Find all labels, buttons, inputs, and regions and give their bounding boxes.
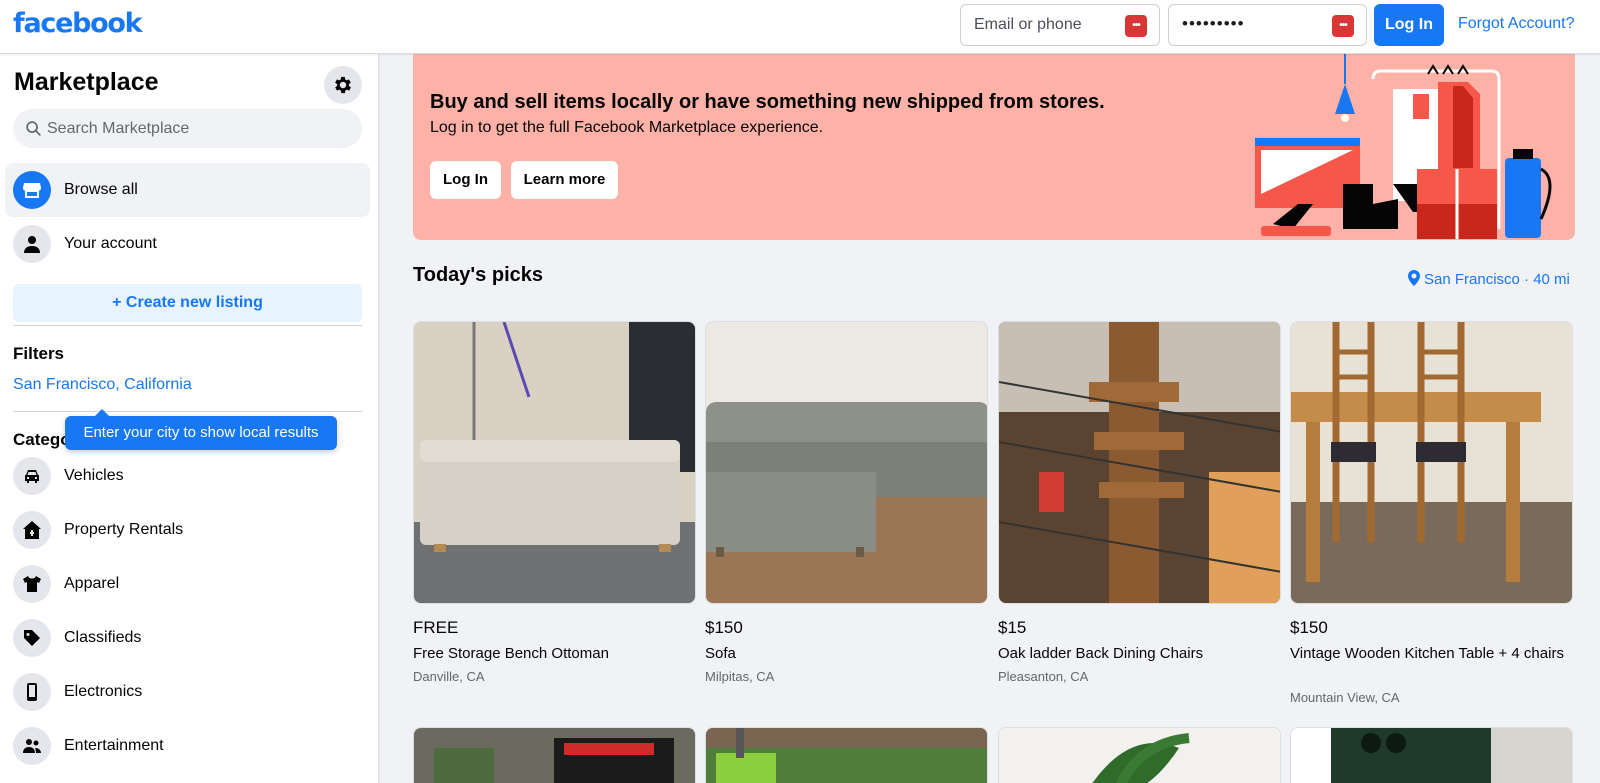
sidebar-item-classifieds[interactable]: Classifieds — [5, 611, 370, 665]
search-icon — [26, 121, 41, 136]
listing-location: Milpitas, CA — [705, 669, 775, 684]
top-bar: facebook Email or phone ••• ••••••••• ••… — [0, 0, 1600, 54]
listing-title: Free Storage Bench Ottoman — [413, 645, 609, 662]
sidebar-item-label: Classifieds — [64, 629, 142, 646]
listing-price: $150 — [705, 618, 743, 637]
listing-image[interactable] — [998, 321, 1281, 604]
sidebar-item-label: Electronics — [64, 683, 143, 700]
shirt-icon — [13, 565, 51, 603]
sidebar-item-property-rentals[interactable]: Property Rentals — [5, 503, 370, 557]
listing-price: FREE — [413, 618, 459, 637]
listing-title: Vintage Wooden Kitchen Table + 4 chairs — [1290, 645, 1564, 662]
storefront-icon — [13, 171, 51, 209]
listing-title: Oak ladder Back Dining Chairs — [998, 645, 1204, 662]
marketplace-sidebar: Marketplace Browse all Your account + Cr… — [0, 54, 378, 783]
listing-image[interactable] — [998, 727, 1281, 783]
divider — [13, 411, 362, 412]
filters-heading: Filters — [13, 344, 65, 363]
header-login-button[interactable]: Log In — [1374, 4, 1444, 46]
location-label: San Francisco · 40 mi — [1424, 271, 1570, 288]
create-listing-button[interactable]: + Create new listing — [13, 284, 362, 322]
location-tooltip: Enter your city to show local results — [65, 409, 337, 450]
facebook-logo[interactable]: facebook — [13, 8, 143, 39]
learn-more-button[interactable]: Learn more — [511, 161, 618, 199]
listing-image[interactable] — [413, 321, 696, 604]
listing-location: Danville, CA — [413, 669, 485, 684]
car-icon — [13, 457, 51, 495]
password-value: ••••••••• — [1182, 14, 1245, 33]
login-banner: Buy and sell items locally or have somet… — [413, 54, 1575, 240]
banner-subtext: Log in to get the full Facebook Marketpl… — [430, 119, 824, 136]
sidebar-title: Marketplace — [14, 68, 159, 96]
listing-image[interactable] — [413, 727, 696, 783]
sidebar-item-entertainment[interactable]: Entertainment — [5, 719, 370, 773]
sidebar-item-electronics[interactable]: Electronics — [5, 665, 370, 719]
sidebar-item-your-account[interactable]: Your account — [5, 217, 370, 271]
person-icon — [13, 225, 51, 263]
house-icon — [13, 511, 51, 549]
settings-button[interactable] — [324, 66, 362, 104]
listing-location: Pleasanton, CA — [998, 669, 1089, 684]
listing-image[interactable] — [1290, 727, 1573, 783]
password-field[interactable]: ••••••••• ••• — [1168, 4, 1367, 46]
listing-title: Sofa — [705, 645, 736, 662]
location-filter-link[interactable]: San Francisco, California — [13, 376, 192, 394]
sidebar-item-browse-all[interactable]: Browse all — [5, 163, 370, 217]
sidebar-item-label: Property Rentals — [64, 521, 184, 538]
password-manager-icon[interactable]: ••• — [1125, 15, 1147, 37]
divider — [13, 325, 362, 326]
phone-icon — [13, 673, 51, 711]
email-field[interactable]: Email or phone ••• — [960, 4, 1160, 46]
todays-picks-heading: Today's picks — [413, 264, 543, 286]
email-placeholder: Email or phone — [974, 16, 1082, 33]
gear-icon — [335, 76, 351, 94]
search-input[interactable] — [47, 109, 347, 148]
sidebar-item-label: Your account — [64, 235, 157, 252]
people-icon — [13, 727, 51, 765]
listing-image[interactable] — [705, 727, 988, 783]
marketplace-search[interactable] — [13, 109, 362, 148]
sidebar-item-vehicles[interactable]: Vehicles — [5, 449, 370, 503]
listing-location: Mountain View, CA — [1290, 690, 1400, 705]
sidebar-item-label: Apparel — [64, 575, 120, 592]
listing-image[interactable] — [705, 321, 988, 604]
location-pin-icon — [1408, 270, 1420, 286]
sidebar-item-apparel[interactable]: Apparel — [5, 557, 370, 611]
sidebar-item-label: Vehicles — [64, 467, 124, 484]
location-selector[interactable]: San Francisco · 40 mi — [1408, 270, 1570, 288]
listing-price: $15 — [998, 618, 1027, 637]
sidebar-item-label: Browse all — [64, 181, 138, 198]
listing-image[interactable] — [1290, 321, 1573, 604]
sidebar-item-label: Entertainment — [64, 737, 164, 754]
tag-icon — [13, 619, 51, 657]
listing-price: $150 — [1290, 618, 1328, 637]
marketplace-illustration — [1255, 54, 1552, 239]
banner-login-button[interactable]: Log In — [430, 161, 501, 199]
forgot-account-link[interactable]: Forgot Account? — [1458, 15, 1575, 33]
banner-heading: Buy and sell items locally or have somet… — [430, 91, 1105, 113]
password-manager-icon[interactable]: ••• — [1332, 15, 1354, 37]
